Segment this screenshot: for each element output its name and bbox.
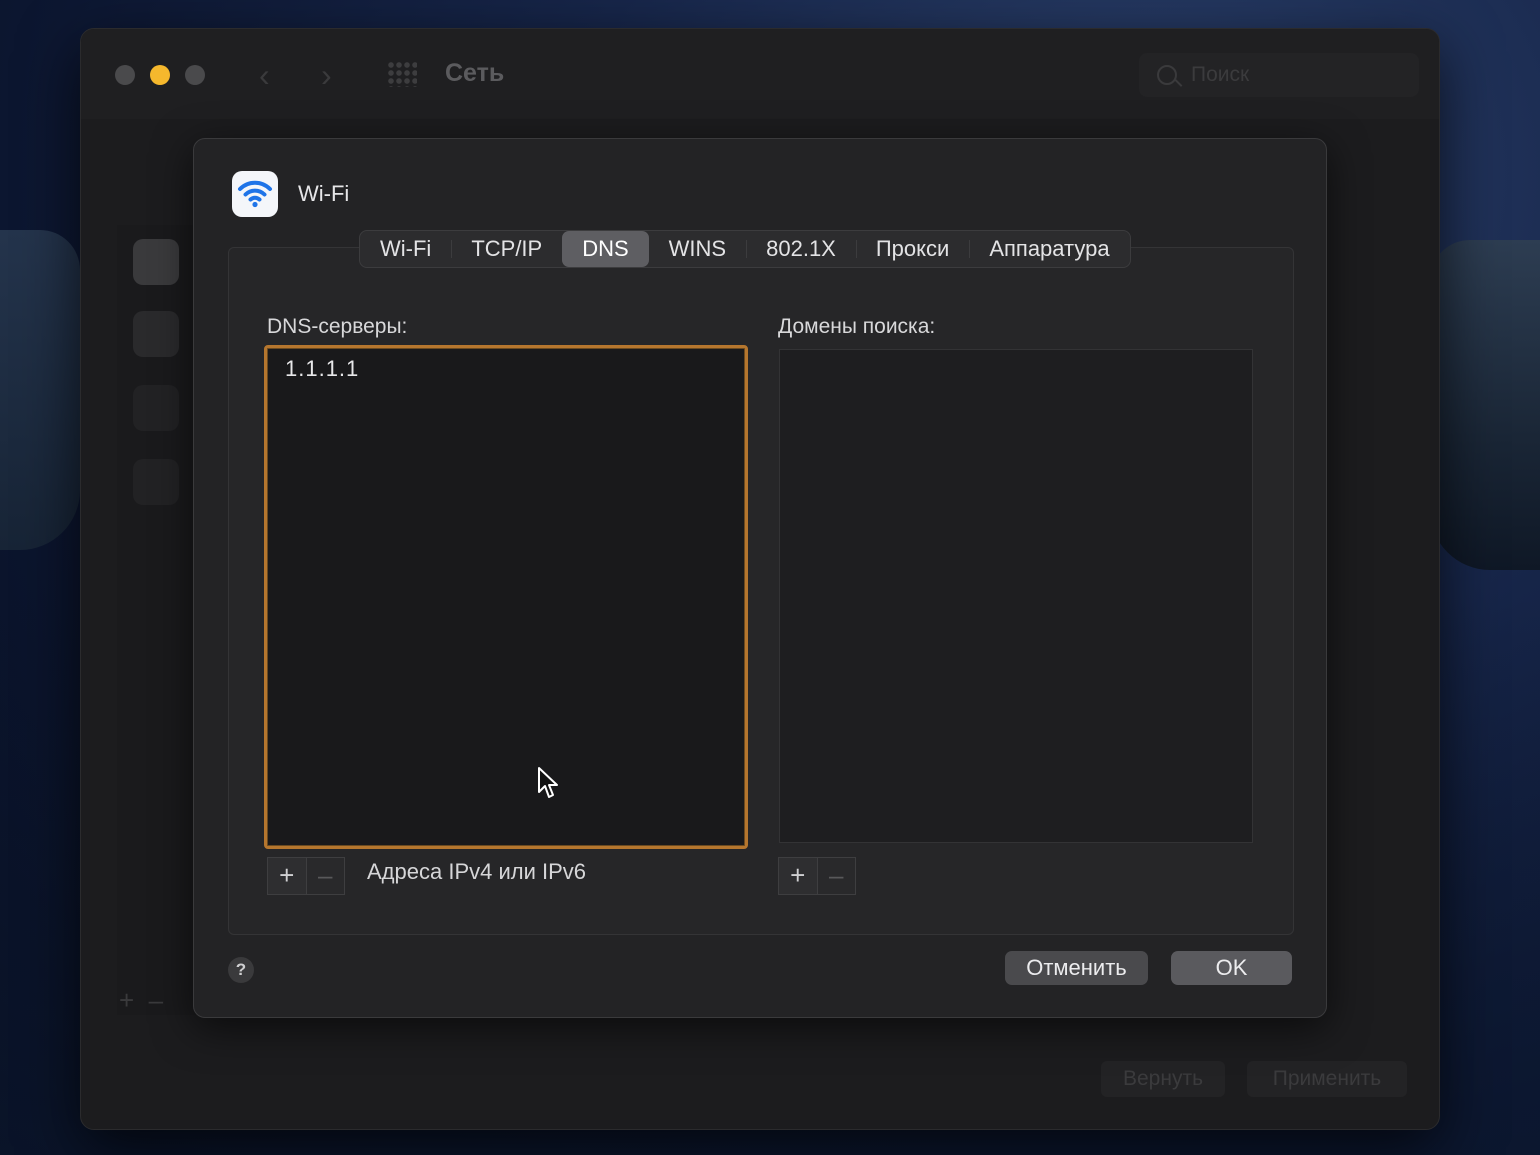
add-domain-button[interactable]: + xyxy=(778,857,818,895)
sidebar-ethernet-icon xyxy=(133,311,179,357)
sidebar-vpn-icon xyxy=(133,459,179,505)
search-placeholder: Поиск xyxy=(1191,63,1250,86)
list-item[interactable]: 1.1.1.1 xyxy=(285,356,359,382)
sheet-title: Wi-Fi xyxy=(298,181,350,206)
advanced-settings-sheet: Wi-Fi Wi-Fi TCP/IP DNS WINS 802.1X Прокс… xyxy=(193,138,1327,1018)
search-field[interactable]: Поиск xyxy=(1139,53,1419,97)
dns-servers-label: DNS-серверы: xyxy=(267,315,408,338)
revert-button: Вернуть xyxy=(1101,1061,1225,1097)
minimize-button[interactable] xyxy=(150,65,170,85)
zoom-button[interactable] xyxy=(185,65,205,85)
tab-dns[interactable]: DNS xyxy=(562,231,649,267)
close-button[interactable] xyxy=(115,65,135,85)
tab-8021x[interactable]: 802.1X xyxy=(746,231,856,267)
apply-button: Применить xyxy=(1247,1061,1407,1097)
window-title: Сеть xyxy=(445,59,505,87)
background-landscape xyxy=(1430,240,1540,570)
dns-add-remove-control: + – xyxy=(267,857,345,895)
title-bar: ‹ › Сеть Поиск xyxy=(81,29,1439,119)
sidebar-wifi-icon xyxy=(133,239,179,285)
show-all-grid-icon[interactable] xyxy=(387,61,417,87)
forward-button[interactable]: › xyxy=(321,57,332,94)
sidebar-vpn-icon xyxy=(133,385,179,431)
back-button[interactable]: ‹ xyxy=(259,57,270,94)
dns-hint: Адреса IPv4 или IPv6 xyxy=(367,859,587,884)
cursor-icon xyxy=(537,766,561,805)
dns-servers-list[interactable]: 1.1.1.1 xyxy=(264,345,748,849)
cancel-button[interactable]: Отменить xyxy=(1005,951,1148,985)
remove-domain-button[interactable]: – xyxy=(817,857,856,895)
search-domains-list[interactable] xyxy=(779,349,1253,843)
background-landscape xyxy=(0,230,80,550)
help-icon[interactable]: ? xyxy=(228,957,254,983)
sidebar-add-remove: + – xyxy=(119,985,164,1015)
tab-tcpip[interactable]: TCP/IP xyxy=(451,231,562,267)
search-domains-label: Домены поиска: xyxy=(778,315,936,338)
tab-wifi[interactable]: Wi-Fi xyxy=(360,231,451,267)
remove-dns-button[interactable]: – xyxy=(306,857,345,895)
add-dns-button[interactable]: + xyxy=(267,857,307,895)
wifi-icon xyxy=(232,171,278,217)
domain-add-remove-control: + – xyxy=(778,857,856,895)
search-icon xyxy=(1157,65,1177,85)
tab-wins[interactable]: WINS xyxy=(649,231,746,267)
tab-proxies[interactable]: Прокси xyxy=(855,231,969,267)
tab-bar: Wi-Fi TCP/IP DNS WINS 802.1X Прокси Аппа… xyxy=(359,230,1131,268)
ok-button[interactable]: OK xyxy=(1171,951,1292,985)
tab-hardware[interactable]: Аппаратура xyxy=(969,231,1129,267)
